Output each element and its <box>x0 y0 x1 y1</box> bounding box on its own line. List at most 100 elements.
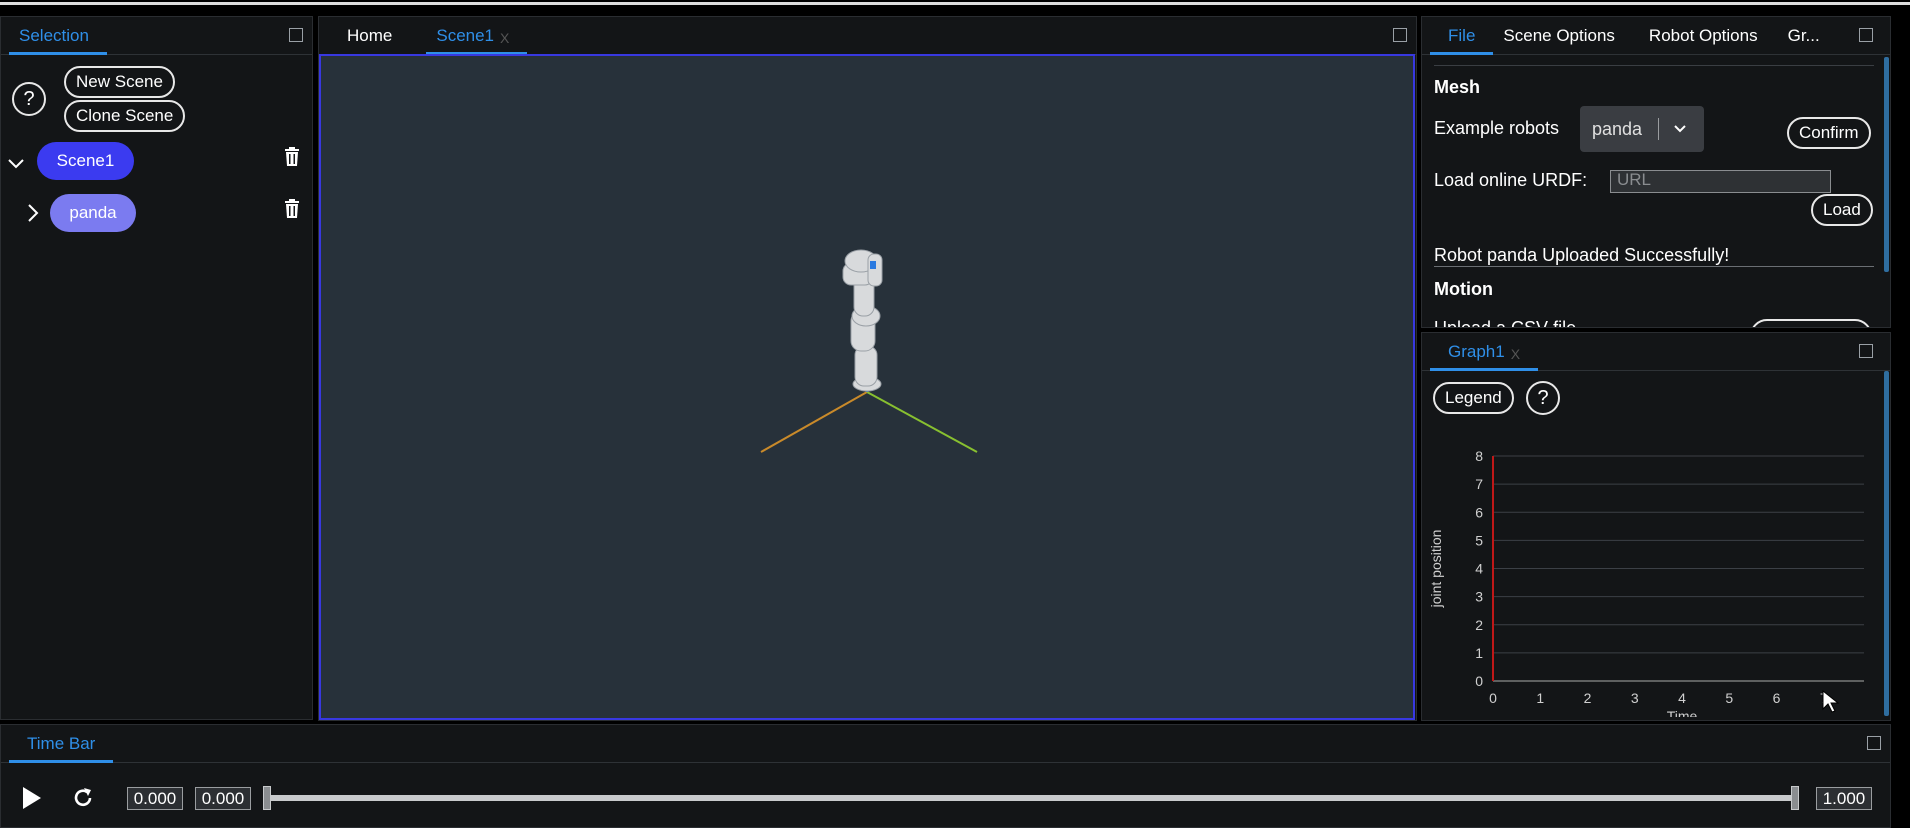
y-tick-label: 2 <box>1475 617 1483 633</box>
load-button[interactable]: Load <box>1811 194 1873 226</box>
time-slider-track[interactable] <box>265 795 1795 801</box>
example-robots-select[interactable]: panda <box>1580 106 1704 152</box>
tab-time-bar[interactable]: Time Bar <box>1 724 114 763</box>
robot-scene <box>760 249 978 453</box>
legend-label: Legend <box>1445 388 1502 407</box>
x-tick-label: 3 <box>1631 690 1639 706</box>
x-tick-label: 4 <box>1678 690 1686 706</box>
tab-robot-options[interactable]: Robot Options <box>1633 17 1776 54</box>
load-urdf-label: Load online URDF: <box>1434 170 1588 190</box>
motion-heading: Motion <box>1434 279 1493 299</box>
start-time-input[interactable]: 0.000 <box>127 787 183 810</box>
chevron-down-icon[interactable] <box>7 155 25 173</box>
clone-scene-button[interactable]: Clone Scene <box>64 100 186 132</box>
y-tick-label: 8 <box>1475 448 1483 464</box>
confirm-button[interactable]: Confirm <box>1787 117 1871 149</box>
graph-tabbar: Graph1 X <box>1422 333 1890 371</box>
mouse-cursor-icon <box>1822 689 1840 713</box>
graph-panel: Graph1X Legend ? 012345678012345678Timej… <box>1421 332 1891 721</box>
legend-button[interactable]: Legend <box>1433 382 1514 414</box>
end-time-input[interactable]: 1.000 <box>1816 787 1872 810</box>
x-tick-label: 2 <box>1584 690 1592 706</box>
confirm-label: Confirm <box>1799 123 1859 142</box>
maximize-icon[interactable] <box>1859 28 1873 42</box>
close-tab-icon[interactable]: X <box>1511 346 1520 362</box>
robot-chip[interactable]: panda <box>50 194 136 232</box>
help-button[interactable]: ? <box>12 82 46 116</box>
new-scene-button[interactable]: New Scene <box>64 66 175 98</box>
y-tick-label: 3 <box>1475 589 1483 605</box>
load-label: Load <box>1823 200 1861 219</box>
y-axis-label: joint position <box>1428 530 1444 609</box>
maximize-icon[interactable] <box>1393 28 1407 42</box>
tab-file[interactable]: File <box>1422 17 1494 55</box>
scene-name: Scene1 <box>56 151 115 170</box>
tab-graph1[interactable]: Graph1 X <box>1422 332 1539 371</box>
selection-tabbar: Selection <box>1 17 312 55</box>
graph-help-label: ? <box>1537 386 1549 409</box>
restart-icon[interactable] <box>71 786 95 810</box>
file-panel: File Scene Options Robot Options Gr... M… <box>1421 16 1891 328</box>
mesh-heading: Mesh <box>1434 77 1481 97</box>
current-time-input[interactable]: 0.000 <box>195 787 251 810</box>
y-tick-label: 0 <box>1475 673 1483 689</box>
x-axis-label: Time <box>1667 708 1698 717</box>
file-tabbar: File Scene Options Robot Options Gr... <box>1422 17 1890 55</box>
tab-scene-options[interactable]: Scene Options <box>1493 17 1633 54</box>
y-tick-label: 7 <box>1475 476 1483 492</box>
tab-home-label: Home <box>347 26 393 45</box>
maximize-icon[interactable] <box>1859 344 1873 358</box>
y-tick-label: 4 <box>1475 561 1483 577</box>
top-divider <box>0 2 1910 5</box>
chevron-down-icon <box>1674 125 1686 133</box>
panda-robot-model <box>842 249 883 392</box>
chevron-right-icon[interactable] <box>25 203 41 223</box>
time-slider-start-handle[interactable] <box>263 786 271 810</box>
tab-selection-label: Selection <box>19 26 89 45</box>
x-tick-label: 5 <box>1725 690 1733 706</box>
y-tick-label: 6 <box>1475 504 1483 520</box>
trash-icon[interactable] <box>284 147 300 167</box>
upload-csv-label: Upload a CSV file <box>1434 318 1577 328</box>
example-robots-label: Example robots <box>1434 118 1560 138</box>
tab-time-bar-label: Time Bar <box>27 734 96 753</box>
y-tick-label: 1 <box>1475 645 1483 661</box>
divider <box>1434 266 1874 267</box>
tab-selection[interactable]: Selection <box>1 16 107 55</box>
example-robots-value: panda <box>1592 118 1643 139</box>
maximize-icon[interactable] <box>289 28 303 42</box>
select-divider <box>1658 118 1659 140</box>
scrollbar[interactable] <box>1884 371 1889 716</box>
graph-help-button[interactable]: ? <box>1526 381 1560 415</box>
y-tick-label: 5 <box>1475 532 1483 548</box>
x-tick-label: 6 <box>1773 690 1781 706</box>
tab-file-label: File <box>1448 26 1476 45</box>
tab-graph1-label: Graph1 <box>1448 342 1505 361</box>
time-bar-panel: Time Bar 0.000 0.000 1.000 <box>0 724 1891 828</box>
tab-robot-options-label: Robot Options <box>1648 26 1758 45</box>
scene-chip[interactable]: Scene1 <box>37 142 134 180</box>
scene-tabbar: Home Scene1 X <box>319 17 1416 55</box>
help-label: ? <box>23 87 35 110</box>
scrollbar[interactable] <box>1884 57 1889 272</box>
x-tick-label: 0 <box>1489 690 1497 706</box>
time-slider-end-handle[interactable] <box>1791 786 1799 810</box>
robot-name: panda <box>69 203 117 222</box>
play-icon[interactable] <box>21 786 43 810</box>
close-tab-icon[interactable]: X <box>500 30 509 46</box>
upload-csv-button[interactable] <box>1750 319 1872 327</box>
time-bar-tabbar: Time Bar <box>1 725 1890 763</box>
maximize-icon[interactable] <box>1867 736 1881 750</box>
tab-graph-options[interactable]: Gr... <box>1776 17 1838 54</box>
selection-panel: Selection ? New Scene Clone Scene Scene1… <box>0 16 313 720</box>
joint-position-chart[interactable]: 012345678012345678Timejoint position <box>1424 437 1864 717</box>
3d-viewport[interactable] <box>319 54 1415 720</box>
trash-icon[interactable] <box>284 199 300 219</box>
url-placeholder: URL <box>1617 170 1652 189</box>
tab-scene1-label: Scene1 <box>436 26 495 45</box>
url-input[interactable]: URL <box>1610 170 1831 193</box>
tab-graph-options-label: Gr... <box>1787 26 1820 45</box>
tab-home[interactable]: Home <box>319 16 410 54</box>
tab-scene1[interactable]: Scene1 X <box>418 16 528 55</box>
divider <box>1434 65 1874 66</box>
